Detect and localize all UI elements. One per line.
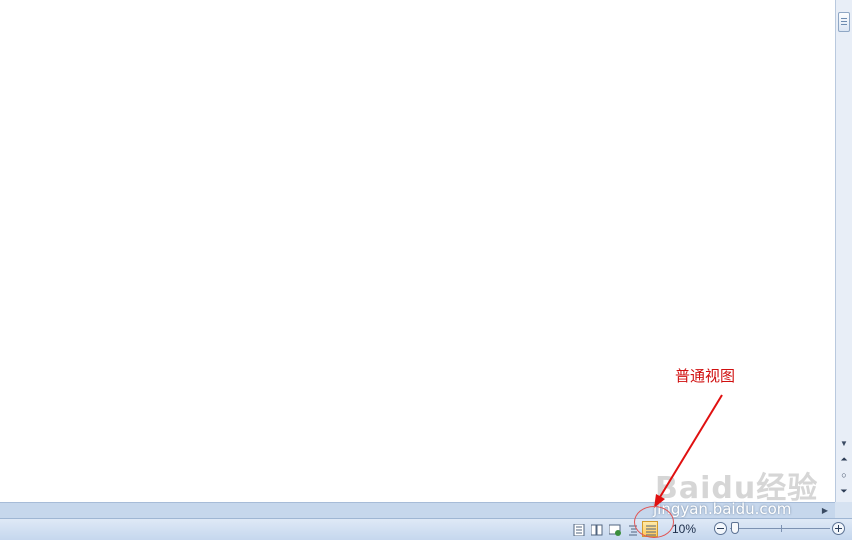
annotation-arrow [654, 394, 723, 508]
annotation-circle [634, 506, 674, 538]
